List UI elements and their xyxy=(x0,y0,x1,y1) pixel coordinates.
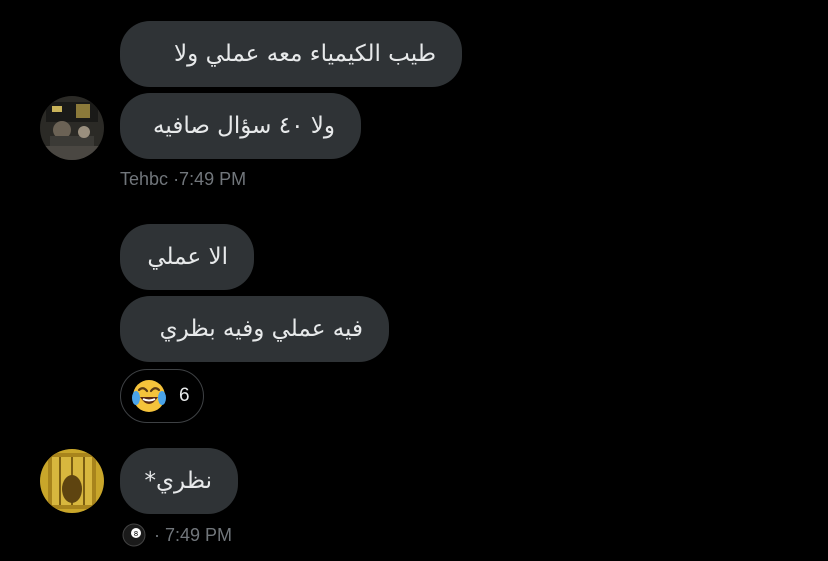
message-text: نظري* xyxy=(144,468,212,494)
svg-text:8: 8 xyxy=(134,530,138,538)
reaction-chip[interactable]: 6 xyxy=(120,369,204,423)
message-bubble[interactable]: طيب الكيمياء معه عملي ولا xyxy=(120,21,462,87)
message-text: فيه عملي وفيه بظري xyxy=(159,316,363,342)
message-text: طيب الكيمياء معه عملي ولا xyxy=(174,41,436,67)
avatar-photo xyxy=(40,449,104,513)
timestamp: ·7:49 PM xyxy=(173,169,247,189)
message-bubble[interactable]: ولا ٤٠ سؤال صافيه xyxy=(120,93,361,159)
timestamp: · 7:49 PM xyxy=(154,524,233,545)
message-meta: 8 · 7:49 PM xyxy=(122,523,232,547)
avatar-photo xyxy=(40,96,104,160)
avatar[interactable] xyxy=(40,449,104,513)
message-bubble[interactable]: الا عملي xyxy=(120,224,254,290)
message-text: ولا ٤٠ سؤال صافيه xyxy=(153,113,335,139)
message-text: الا عملي xyxy=(147,244,228,270)
reaction-count: 6 xyxy=(179,385,190,406)
message-bubble[interactable]: نظري* xyxy=(120,448,238,514)
8-ball-icon: 8 xyxy=(122,523,146,547)
sender-name[interactable]: Tehbc xyxy=(120,169,168,189)
message-meta: Tehbc ·7:49 PM xyxy=(120,169,246,190)
avatar[interactable] xyxy=(40,96,104,160)
face-with-tears-of-joy-icon xyxy=(132,380,166,412)
message-bubble[interactable]: فيه عملي وفيه بظري xyxy=(120,296,389,362)
